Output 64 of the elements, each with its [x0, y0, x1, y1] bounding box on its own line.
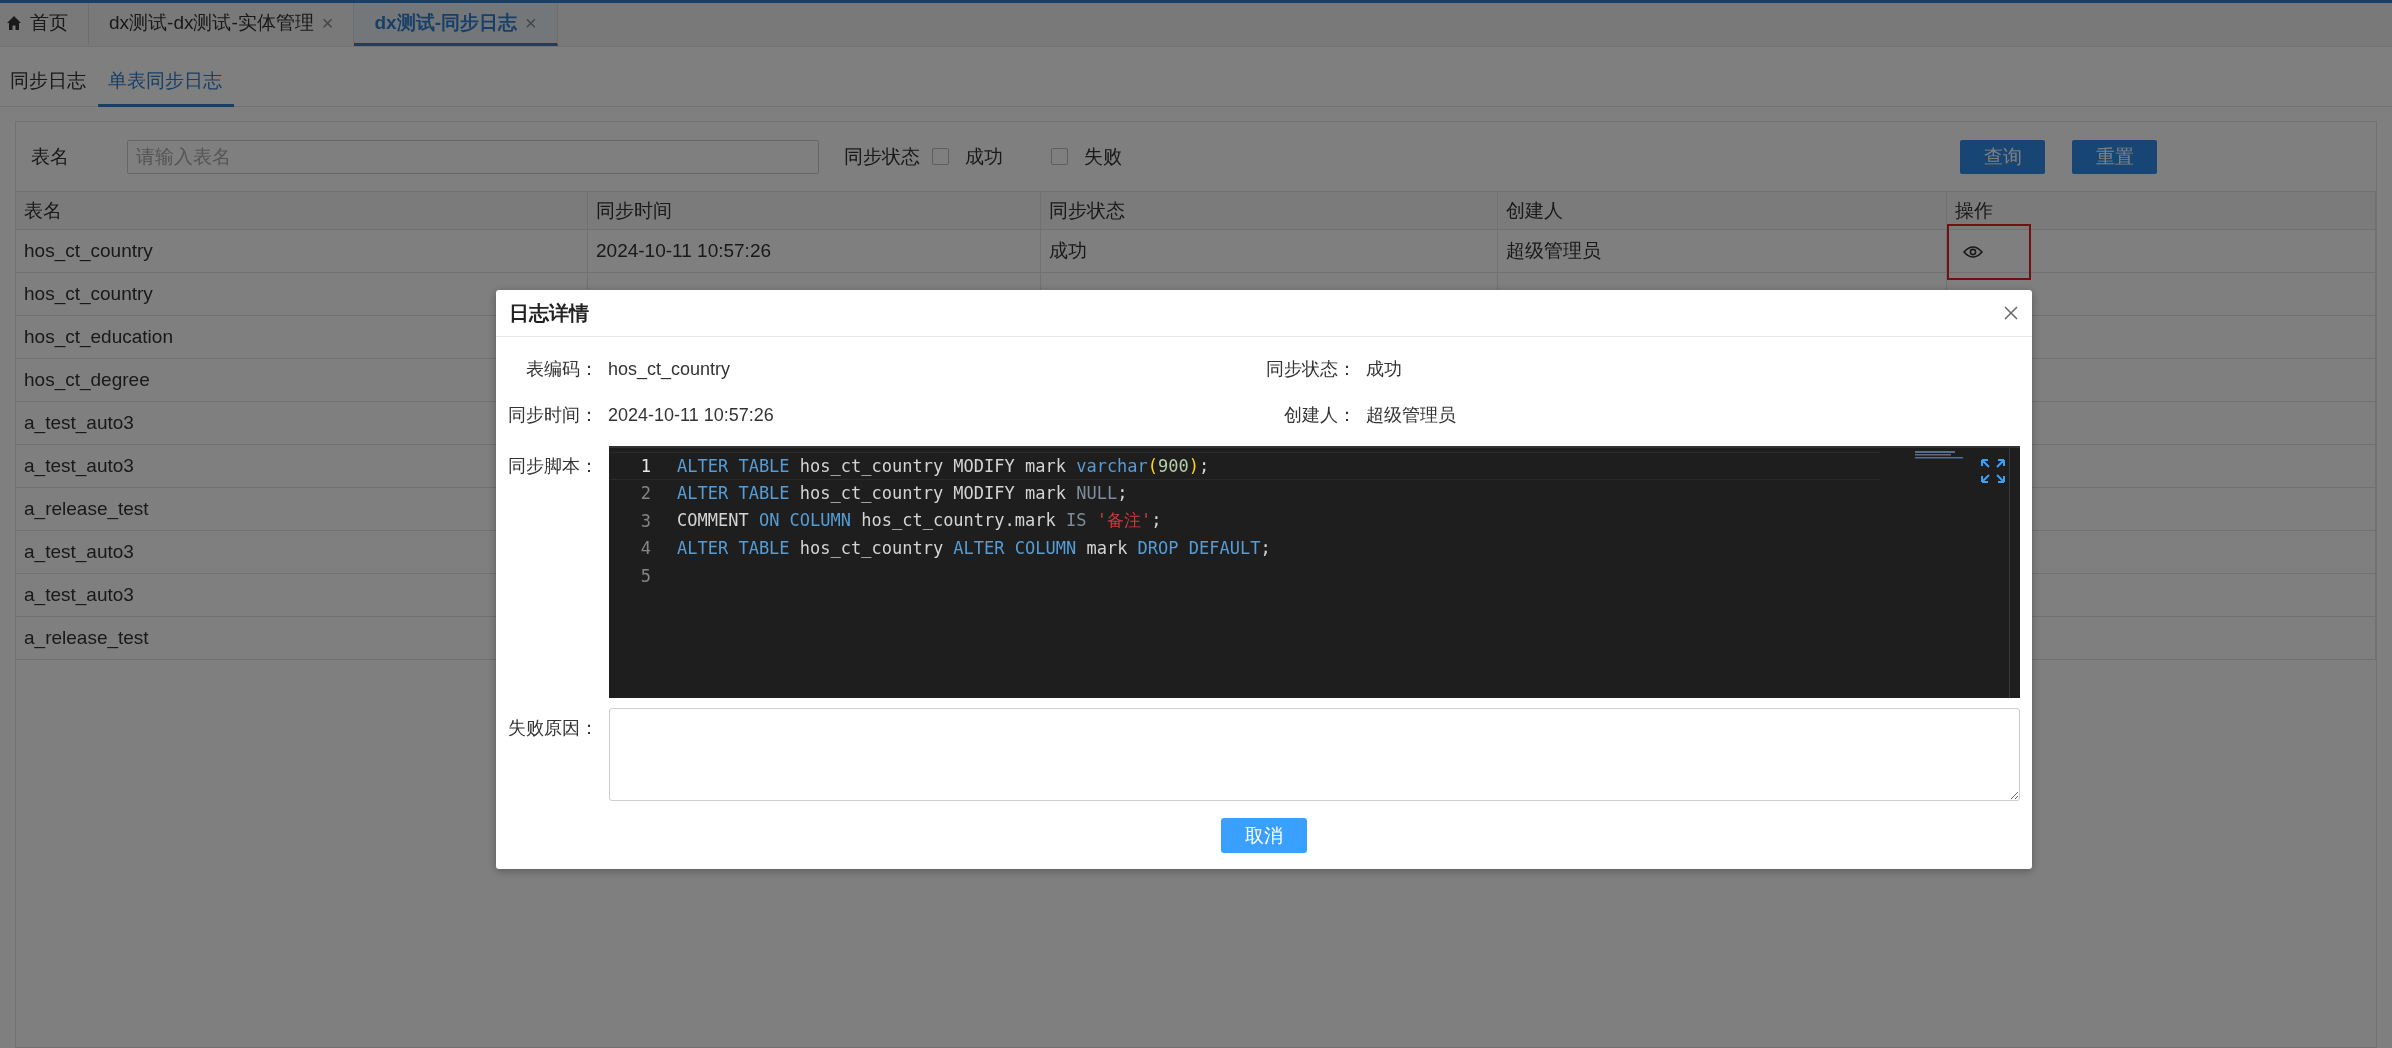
code-editor[interactable]	[609, 446, 2020, 698]
field-label: 创建人：	[1283, 404, 1356, 427]
column-header: 操作	[1947, 192, 2376, 230]
field-label: 表编码：	[525, 358, 598, 381]
field-label: 同步时间：	[507, 404, 598, 427]
page-tab[interactable]: 首页	[0, 3, 89, 46]
checkbox[interactable]	[932, 148, 949, 165]
search-button[interactable]: 查询	[1960, 139, 2045, 174]
table-cell: hos_ct_country	[24, 240, 153, 262]
table-cell: 2024-10-11 10:57:26	[596, 240, 772, 262]
code-line: COMMENT ON COLUMN hos_ct_country.mark IS '备注';	[677, 509, 1162, 533]
checkbox-label: 失败	[1084, 144, 1122, 169]
tab-label: 首页	[30, 11, 68, 35]
expand-icon[interactable]	[1980, 458, 2006, 484]
table-name-label: 表名	[31, 144, 69, 169]
line-number: 4	[639, 538, 651, 559]
reset-button[interactable]: 重置	[2072, 139, 2157, 174]
checkbox-label: 成功	[965, 144, 1003, 169]
close-icon	[2004, 306, 2018, 320]
table-cell-text: 超级管理员	[1506, 239, 1601, 263]
table-cell: hos_ct_degree	[24, 369, 150, 391]
column-header: 同步时间	[588, 192, 1041, 230]
field-label: 同步脚本：	[507, 455, 598, 478]
column-header: 同步状态	[1041, 192, 1498, 230]
code-line: ALTER TABLE hos_ct_country MODIFY mark varchar(900);	[677, 455, 1210, 476]
table-cell-text: 成功	[1049, 239, 1087, 263]
code-line: ALTER TABLE hos_ct_country MODIFY mark NULL;	[677, 483, 1128, 504]
eye-icon	[1963, 245, 1983, 259]
table-cell: a_test_auto3	[24, 455, 134, 477]
table-cell: a_release_test	[24, 627, 149, 649]
close-icon[interactable]: ×	[525, 11, 537, 35]
table-cell: a_test_auto3	[24, 584, 134, 606]
view-button[interactable]	[1963, 245, 1983, 259]
sub-tab[interactable]: 同步日志	[0, 68, 98, 107]
sync-status-label: 同步状态	[844, 144, 920, 169]
field-label: 失败原因：	[507, 717, 598, 740]
line-number: 2	[639, 483, 651, 504]
reason-field[interactable]	[609, 708, 2020, 801]
table-cell: a_release_test	[24, 498, 149, 520]
dialog-title: 日志详情	[509, 300, 589, 326]
tab-label: dx测试-同步日志	[374, 11, 517, 35]
field-value: 成功	[1366, 358, 1402, 381]
field-value: 2024-10-11 10:57:26	[608, 404, 774, 426]
cancel-button[interactable]: 取消	[1221, 818, 1307, 853]
table-cell: hos_ct_country	[24, 283, 153, 305]
close-icon[interactable]: ×	[321, 11, 334, 35]
table-cell: a_test_auto3	[24, 541, 134, 563]
field-value: 超级管理员	[1366, 404, 1456, 427]
line-number: 1	[639, 455, 651, 476]
tab-label: dx测试-dx测试-实体管理	[109, 11, 314, 35]
table-cell: a_test_auto3	[24, 412, 134, 434]
field-label: 同步状态：	[1265, 358, 1356, 381]
code-line: ALTER TABLE hos_ct_country ALTER COLUMN mark DROP DEFAULT;	[677, 538, 1271, 559]
column-header: 表名	[16, 192, 588, 230]
home-icon	[6, 15, 22, 31]
line-number: 3	[639, 510, 651, 531]
page-tab[interactable]: dx测试-同步日志 ×	[354, 3, 558, 46]
field-value: hos_ct_country	[608, 358, 731, 380]
column-header: 创建人	[1498, 192, 1947, 230]
table-cell: hos_ct_education	[24, 326, 173, 348]
close-button[interactable]	[2002, 304, 2020, 322]
line-number: 5	[639, 565, 651, 586]
sub-tab[interactable]: 单表同步日志	[98, 68, 234, 107]
checkbox[interactable]	[1051, 148, 1068, 165]
